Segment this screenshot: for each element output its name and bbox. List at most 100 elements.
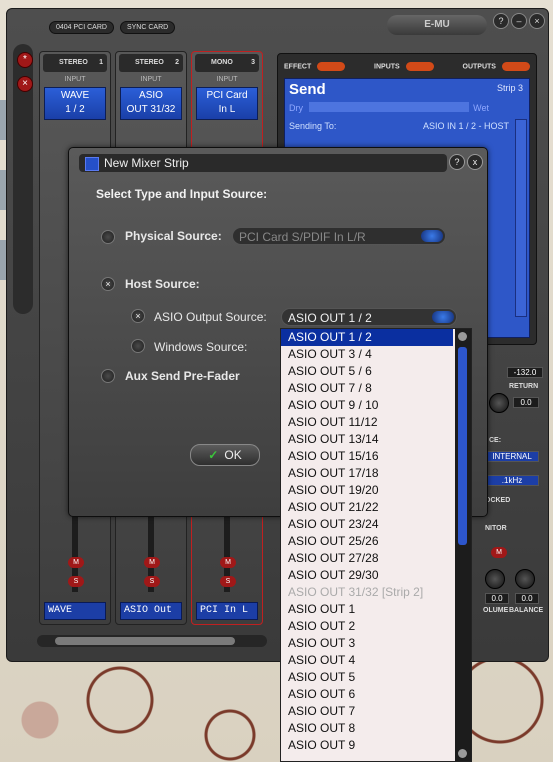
source-line-2: In L [218,104,236,115]
dropdown-option[interactable]: ASIO OUT 3 [281,635,453,652]
send-title: Send [289,81,326,98]
windows-source-label: Windows Source: [154,340,248,354]
help-icon[interactable]: ? [449,154,465,170]
dropdown-option[interactable]: ASIO OUT 1 / 2 [281,329,453,346]
dry-wet-slider[interactable] [309,102,469,112]
sending-to-label: Sending To: [289,121,337,131]
solo-button[interactable]: S [144,576,160,587]
windows-source-radio[interactable] [131,339,145,353]
host-source-radio[interactable]: × [101,277,115,291]
add-strip-button[interactable]: * [17,52,33,68]
input-source-button[interactable]: PCI Card In L [196,87,258,120]
strip-name[interactable]: ASIO Out [120,602,182,620]
ok-label: OK [224,448,242,462]
balance-knob[interactable] [515,569,535,589]
scrollbar-thumb[interactable] [55,637,235,645]
strip-control-column: * × [13,44,33,314]
mute-button[interactable]: M [68,557,84,568]
asio-output-dropdown-list[interactable]: ASIO OUT 1 / 2 ASIO OUT 3 / 4 ASIO OUT 5 /… [280,328,472,762]
card-info-bar: 0404 PCI CARD SYNC CARD [49,19,176,35]
dropdown-option[interactable]: ASIO OUT 21/22 [281,499,453,516]
dropdown-scrollbar-thumb[interactable] [458,347,467,545]
dialog-titlebar[interactable]: New Mixer Strip [79,154,447,172]
dropdown-scrollbar[interactable] [455,329,471,761]
delete-strip-button[interactable]: × [17,76,33,92]
input-label: INPUT [64,76,86,83]
scroll-up-icon[interactable] [458,332,467,341]
locked-label: OCKED [485,497,511,504]
source-line-2: OUT 31/32 [126,104,176,115]
solo-button[interactable]: S [220,576,236,587]
menu-icon[interactable] [85,157,99,171]
ok-button[interactable]: ✓ OK [190,444,260,466]
source-label: CE: [489,437,502,444]
return-knob[interactable] [489,393,509,413]
dropdown-option[interactable]: ASIO OUT 5 / 6 [281,363,453,380]
dropdown-option[interactable]: ASIO OUT 5 [281,669,453,686]
clock-source[interactable]: INTERNAL [485,451,539,462]
dropdown-option: ASIO OUT 31/32 [Strip 2] [288,585,424,599]
monitor-panel: -132.0 RETURN 0.0 CE: INTERNAL .1kHz OCK… [483,357,545,617]
tab-effect[interactable]: EFFECT [284,61,346,71]
mute-button[interactable]: M [144,557,160,568]
mute-button[interactable]: M [220,557,236,568]
balance-readout: 0.0 [515,593,539,604]
dropdown-option[interactable]: ASIO OUT 9 / 10 [281,397,453,414]
asio-output-source-label: ASIO Output Source: [154,310,267,324]
aux-send-radio[interactable] [101,369,115,383]
dropdown-option[interactable]: ASIO OUT 8 [281,720,453,737]
dropdown-option[interactable]: ASIO OUT 3 / 4 [281,346,453,363]
pci-card-label: 0404 PCI CARD [49,20,114,34]
send-scrollbar[interactable] [515,119,527,317]
volume-readout: 0.0 [485,593,509,604]
physical-source-radio[interactable] [101,230,115,244]
tab-inputs[interactable]: INPUTS [374,61,434,71]
strip-scrollbar[interactable] [37,635,267,647]
help-icon[interactable]: ? [493,13,509,29]
monitor-mute-button[interactable]: M [491,547,507,558]
volume-knob[interactable] [485,569,505,589]
dialog-title: New Mixer Strip [104,156,189,170]
source-line-1: PCI Card [206,90,248,101]
close-icon[interactable]: × [529,13,545,29]
dropdown-option[interactable]: ASIO OUT 25/26 [281,533,453,550]
dropdown-option[interactable]: ASIO OUT 29/30 [281,567,453,584]
physical-source-select[interactable]: PCI Card S/PDIF In L/R [232,227,446,245]
sample-rate[interactable]: .1kHz [485,475,539,486]
dropdown-option[interactable]: ASIO OUT 27/28 [281,550,453,567]
host-source-label: Host Source: [125,277,200,291]
physical-source-label: Physical Source: [125,229,222,243]
input-label: INPUT [216,76,238,83]
dropdown-option[interactable]: ASIO OUT 11/12 [281,414,453,431]
dropdown-option[interactable]: ASIO OUT 15/16 [281,448,453,465]
dropdown-option[interactable]: ASIO OUT 13/14 [281,431,453,448]
monitor-label: NITOR [485,525,507,532]
tab-outputs[interactable]: OUTPUTS [463,61,530,71]
dropdown-option[interactable]: ASIO OUT 9 [281,737,453,754]
asio-output-source-value: ASIO OUT 1 / 2 [288,311,372,325]
panel-tabs: EFFECT INPUTS OUTPUTS [284,58,530,74]
sending-to-value: ASIO IN 1 / 2 - HOST [422,121,509,131]
dropdown-option[interactable]: ASIO OUT 7 / 8 [281,380,453,397]
dropdown-option[interactable]: ASIO OUT 19/20 [281,482,453,499]
asio-output-source-select[interactable]: ASIO OUT 1 / 2 [281,308,457,326]
return-readout-2: 0.0 [513,397,539,408]
input-source-button[interactable]: ASIO OUT 31/32 [120,87,182,120]
wet-label: Wet [473,103,489,113]
dropdown-option[interactable]: ASIO OUT 2 [281,618,453,635]
solo-button[interactable]: S [68,576,84,587]
dropdown-option[interactable]: ASIO OUT 23/24 [281,516,453,533]
input-source-button[interactable]: WAVE 1 / 2 [44,87,106,120]
asio-output-source-radio[interactable]: × [131,309,145,323]
dropdown-option[interactable]: ASIO OUT 7 [281,703,453,720]
minimize-icon[interactable]: – [511,13,527,29]
dropdown-option[interactable]: ASIO OUT 6 [281,686,453,703]
strip-header: MONO 3 [195,54,259,72]
dropdown-option[interactable]: ASIO OUT 4 [281,652,453,669]
dropdown-option[interactable]: ASIO OUT 17/18 [281,465,453,482]
dropdown-option[interactable]: ASIO OUT 1 [281,601,453,618]
scroll-down-icon[interactable] [458,749,467,758]
strip-name[interactable]: WAVE [44,602,106,620]
strip-name[interactable]: PCI In L [196,602,258,620]
close-icon[interactable]: x [467,154,483,170]
